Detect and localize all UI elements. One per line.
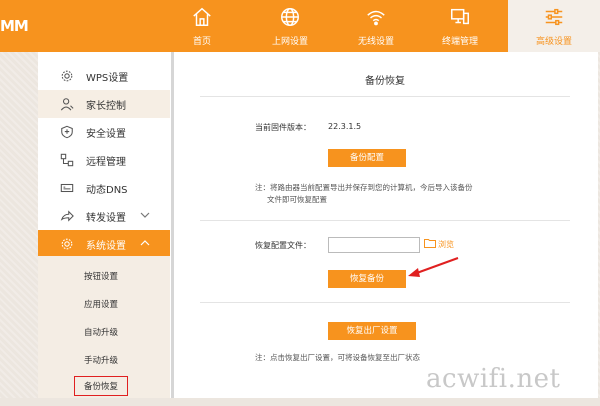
factory-reset-note: 注：点击恢复出厂设置，可将设备恢复至出厂状态 <box>255 353 420 362</box>
submenu-item-auto-upgrade[interactable]: 自动升级 <box>84 326 118 338</box>
wifi-icon <box>365 6 387 31</box>
restore-file-label: 恢复配置文件： <box>255 241 311 250</box>
sidebar-item-label: WPS设置 <box>86 72 129 84</box>
user-icon <box>60 97 74 111</box>
submenu-item-backup-restore[interactable]: 备份恢复 <box>74 376 129 396</box>
restore-file-input[interactable] <box>328 237 420 253</box>
backup-note: 注：将路由器当前配置导出并保存到您的计算机，今后导入该备份 文件即可恢复配置 <box>255 182 473 206</box>
top-nav-bar: MM 首页 上网设置 无线设置 终端管理 高级设置 <box>0 0 600 52</box>
sidebar-item-remote-management[interactable]: 远程管理 <box>38 146 170 174</box>
sidebar: WPS设置 家长控制 安全设置 远程管理 动态DNS 转发设置 系统设置 按钮设… <box>38 52 174 398</box>
nav-wireless-settings[interactable]: 无线设置 <box>348 0 404 52</box>
submenu-item-app-settings[interactable]: 应用设置 <box>84 298 118 310</box>
globe-icon <box>279 6 301 31</box>
nav-internet-settings[interactable]: 上网设置 <box>262 0 318 52</box>
factory-reset-button[interactable]: 恢复出厂设置 <box>328 322 416 340</box>
backup-config-button[interactable]: 备份配置 <box>328 149 406 167</box>
sidebar-item-wps[interactable]: WPS设置 <box>38 62 170 90</box>
system-settings-submenu: 按钮设置 应用设置 自动升级 手动升级 备份恢复 <box>38 256 170 398</box>
nav-advanced-settings[interactable]: 高级设置 <box>508 0 600 52</box>
backup-note-line-2: 文件即可恢复配置 <box>267 195 327 204</box>
firmware-version-label: 当前固件版本： <box>255 123 311 132</box>
brand-logo: MM <box>0 17 29 35</box>
nav-internet-label: 上网设置 <box>271 37 308 47</box>
nav-wireless-label: 无线设置 <box>357 37 394 47</box>
sidebar-scrollbar[interactable] <box>171 52 174 398</box>
sidebar-item-label: 远程管理 <box>86 156 126 168</box>
nav-device-management[interactable]: 终端管理 <box>432 0 488 52</box>
backup-note-line-1: 注：将路由器当前配置导出并保存到您的计算机，今后导入该备份 <box>255 183 473 192</box>
nav-devices-label: 终端管理 <box>441 37 478 47</box>
gear-icon <box>60 69 74 83</box>
sidebar-item-parental-control[interactable]: 家长控制 <box>38 90 170 118</box>
backup-restore-panel: 备份恢复 当前固件版本： 22.3.1.5 备份配置 注：将路由器当前配置导出并… <box>200 52 570 398</box>
nav-advanced-label: 高级设置 <box>535 37 572 47</box>
sidebar-item-label: 安全设置 <box>86 128 126 140</box>
devices-icon <box>449 6 471 31</box>
nav-home[interactable]: 首页 <box>180 0 224 52</box>
home-icon <box>191 6 213 31</box>
page-title: 备份恢复 <box>365 76 405 87</box>
remote-icon <box>60 153 74 167</box>
gear-icon <box>60 237 74 251</box>
divider <box>200 220 570 221</box>
restore-backup-button[interactable]: 恢复备份 <box>328 270 406 288</box>
firmware-version-value: 22.3.1.5 <box>328 122 362 131</box>
shield-icon <box>60 125 74 139</box>
folder-icon <box>424 238 436 250</box>
sidebar-item-label: 动态DNS <box>86 184 128 196</box>
sidebar-item-label: 系统设置 <box>86 240 126 252</box>
divider <box>200 96 570 97</box>
sidebar-item-ddns[interactable]: 动态DNS <box>38 174 170 202</box>
submenu-item-button-settings[interactable]: 按钮设置 <box>84 270 118 282</box>
divider <box>200 302 570 303</box>
chevron-up-icon <box>140 239 150 250</box>
chevron-down-icon <box>140 211 150 222</box>
browse-label: 浏览 <box>438 239 454 249</box>
submenu-item-manual-upgrade[interactable]: 手动升级 <box>84 354 118 366</box>
sidebar-item-security[interactable]: 安全设置 <box>38 118 170 146</box>
nav-home-label: 首页 <box>192 37 211 47</box>
forward-icon <box>60 209 74 223</box>
browse-button[interactable]: 浏览 <box>424 238 454 250</box>
sidebar-item-label: 转发设置 <box>86 212 126 224</box>
sidebar-item-label: 家长控制 <box>86 100 126 112</box>
sidebar-item-system-settings[interactable]: 系统设置 <box>38 230 170 258</box>
bottom-strip <box>0 398 600 406</box>
annotation-arrow-icon <box>408 257 459 277</box>
sliders-icon <box>543 6 565 31</box>
sidebar-item-forwarding[interactable]: 转发设置 <box>38 202 170 230</box>
dns-icon <box>60 181 74 195</box>
watermark-text: acwifi.net <box>426 364 561 394</box>
